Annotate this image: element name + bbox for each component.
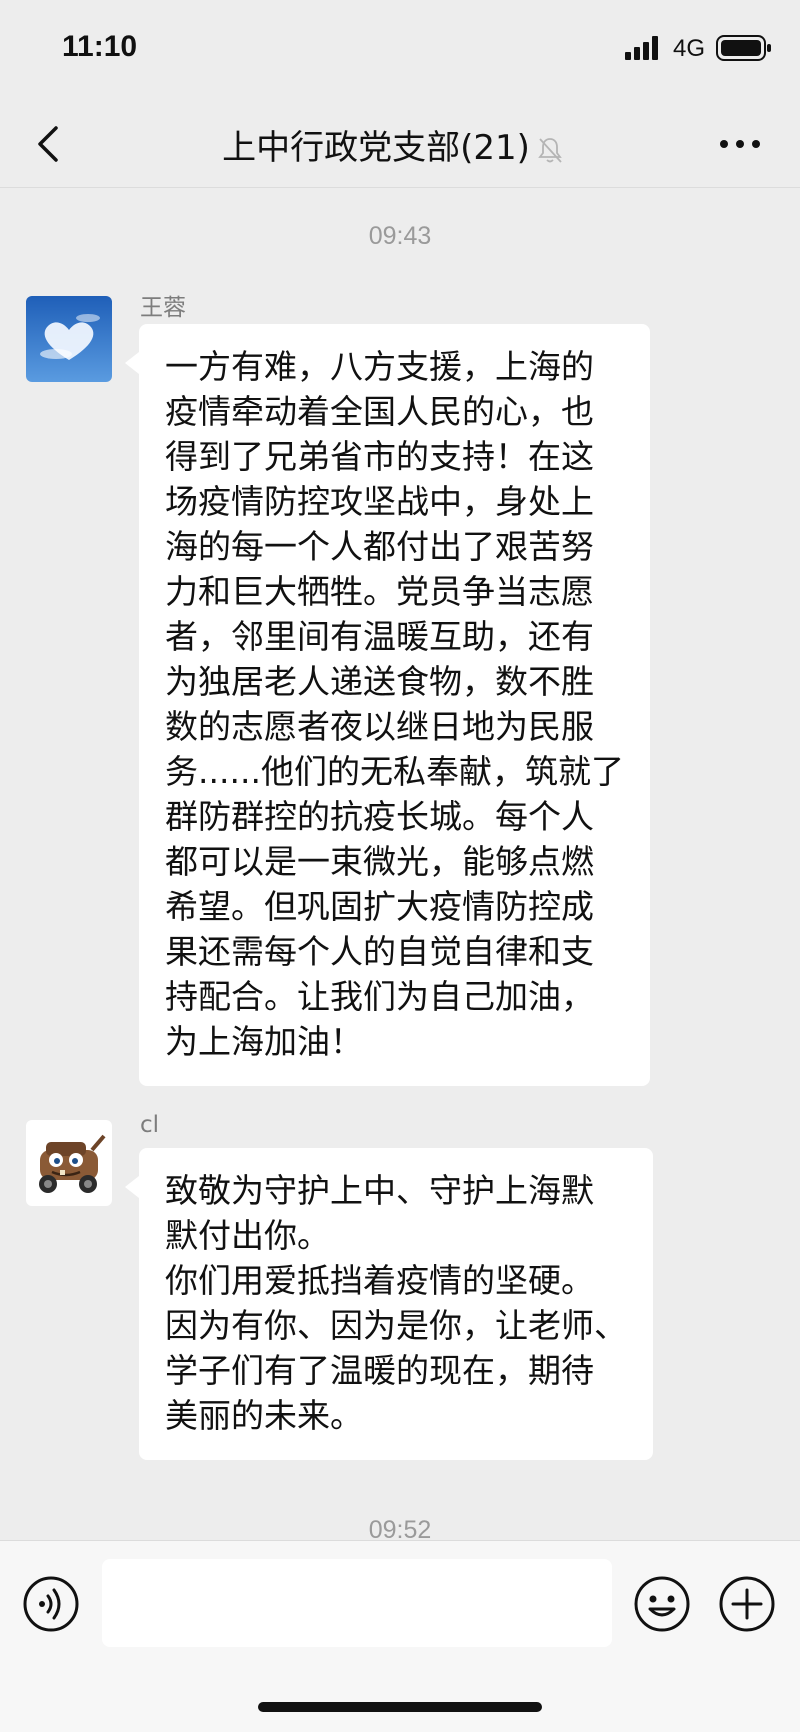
message-bubble[interactable]: 致敬为守护上中、守护上海默 默付出你。 你们用爱抵挡着疫情的坚硬。 因为有你、因… xyxy=(125,1148,653,1460)
network-type: 4G xyxy=(673,35,706,62)
message-line: 群防群控的抗疫长城。每个人 xyxy=(165,797,594,836)
sender-avatar[interactable] xyxy=(26,296,112,382)
tow-truck-cartoon-avatar xyxy=(26,1120,112,1206)
message-line: 希望。但巩固扩大疫情防控成 xyxy=(165,887,594,926)
message-line: 力和巨大牺牲。党员争当志愿 xyxy=(165,572,594,611)
sky-heart-cloud-avatar xyxy=(26,296,112,382)
sender-name: 王蓉 xyxy=(140,295,186,321)
status-time: 11:10 xyxy=(62,30,138,63)
message-line: 数的志愿者夜以继日地为民服 xyxy=(165,707,594,746)
message-line: 你们用爱抵挡着疫情的坚硬。 xyxy=(165,1261,594,1300)
message-input[interactable] xyxy=(102,1559,612,1647)
plus-icon[interactable] xyxy=(718,1575,776,1633)
message-line: 场疫情防控攻坚战中，身处上 xyxy=(165,482,594,521)
message-line: 默付出你。 xyxy=(165,1216,330,1255)
status-bar: 11:10 4G xyxy=(0,0,800,100)
message-line: 为独居老人递送食物，数不胜 xyxy=(165,662,594,701)
message-line: 都可以是一束微光，能够点燃 xyxy=(165,842,594,881)
message-line: 致敬为守护上中、守护上海默 xyxy=(165,1171,594,1210)
message-line: 务......他们的无私奉献，筑就了 xyxy=(165,752,624,791)
emoji-icon[interactable] xyxy=(633,1575,691,1633)
message-timestamp: 09:43 xyxy=(368,222,432,250)
message-line: 果还需每个人的自觉自律和支 xyxy=(165,932,594,971)
message-line: 海的每一个人都付出了艰苦努 xyxy=(165,527,594,566)
sender-name: cl xyxy=(140,1112,160,1138)
chat-title: 上中行政党支部(21) xyxy=(0,120,800,169)
message-line: 因为有你、因为是你，让老师、 xyxy=(165,1306,627,1345)
sender-avatar[interactable] xyxy=(26,1120,112,1206)
chat-title-text: 上中行政党支部(21) xyxy=(222,128,530,168)
message-line: 一方有难，八方支援，上海的 xyxy=(165,347,594,386)
message-line: 者，邻里间有温暖互助，还有 xyxy=(165,617,594,656)
chat-header: 上中行政党支部(21) xyxy=(0,100,800,188)
bell-slash-icon xyxy=(538,137,562,163)
voice-icon[interactable] xyxy=(22,1575,80,1633)
battery-icon xyxy=(716,35,771,61)
message-line: 美丽的未来。 xyxy=(165,1396,363,1435)
message-line: 学子们有了温暖的现在，期待 xyxy=(165,1351,594,1390)
ellipsis-icon[interactable] xyxy=(716,130,764,158)
signal-icon xyxy=(625,36,658,60)
home-indicator[interactable] xyxy=(258,1702,542,1712)
message-line: 得到了兄弟省市的支持！在这 xyxy=(165,437,594,476)
message-bubble[interactable]: 一方有难，八方支援，上海的 疫情牵动着全国人民的心，也 得到了兄弟省市的支持！在… xyxy=(125,324,650,1086)
message-line: 为上海加油！ xyxy=(165,1022,363,1061)
message-line: 持配合。让我们为自己加油， xyxy=(165,977,594,1016)
message-line: 疫情牵动着全国人民的心，也 xyxy=(165,392,594,431)
